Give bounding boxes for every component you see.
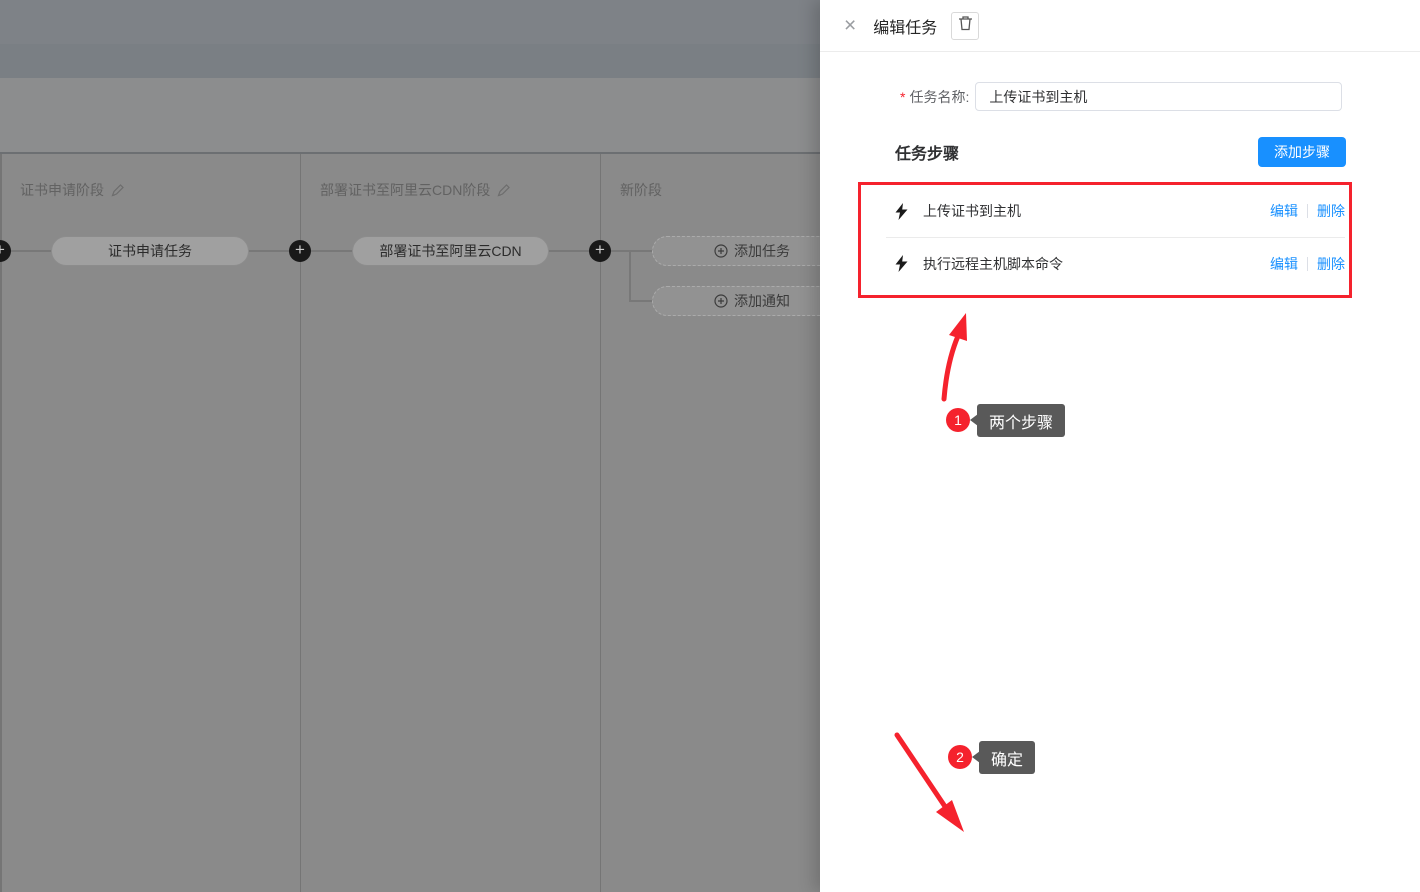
drawer-header: × 编辑任务 [820,0,1420,52]
delete-step-link[interactable]: 删除 [1317,201,1345,221]
edit-pencil-icon[interactable] [111,184,124,197]
task-node-deploy-cdn[interactable]: 部署证书至阿里云CDN [352,236,549,266]
step-actions: 编辑 删除 [1270,201,1345,221]
page-sub-navbar [0,44,820,78]
stage-label-1[interactable]: 证书申请阶段 [20,180,124,200]
steps-section-header: 任务步骤 添加步骤 [895,137,1346,167]
drawer-title: 编辑任务 [873,14,937,38]
connector [549,250,591,252]
step-row: 上传证书到主机 编辑 删除 [886,185,1345,237]
connector [311,250,352,252]
close-icon[interactable]: × [844,15,856,36]
stage-column-divider [300,154,301,892]
task-node-label: 证书申请任务 [108,241,192,261]
lightning-icon [895,255,908,272]
step-name: 上传证书到主机 [923,201,1021,221]
task-node-label: 部署证书至阿里云CDN [379,241,521,261]
stage-label-3[interactable]: 新阶段 [620,180,662,200]
task-name-input[interactable] [975,82,1342,111]
stage-name: 证书申请阶段 [20,180,104,200]
plus-circle-icon [714,244,728,258]
placeholder-label: 添加任务 [734,241,790,261]
stage-name: 部署证书至阿里云CDN阶段 [320,180,490,200]
action-divider [1307,257,1308,271]
plus-circle-icon [714,294,728,308]
required-mark: * [900,89,905,105]
edit-step-link[interactable]: 编辑 [1270,201,1298,221]
branch-connector [629,250,631,302]
edit-step-link[interactable]: 编辑 [1270,254,1298,274]
page-toolbar [0,78,820,152]
step-name: 执行远程主机脚本命令 [923,254,1063,274]
add-stage-button[interactable]: + [289,240,311,262]
add-step-button[interactable]: 添加步骤 [1258,137,1346,167]
add-stage-button[interactable]: + [589,240,611,262]
edit-task-drawer: × 编辑任务 * 任务名称: 任务步骤 添加步骤 上传证书到主机 [820,0,1420,892]
stage-label-2[interactable]: 部署证书至阿里云CDN阶段 [320,180,510,200]
connector [611,250,652,252]
delete-step-link[interactable]: 删除 [1317,254,1345,274]
step-row: 执行远程主机脚本命令 编辑 删除 [886,237,1345,289]
delete-task-button[interactable] [951,12,979,40]
steps-heading: 任务步骤 [895,140,959,164]
stage-name: 新阶段 [620,180,662,200]
steps-list: 上传证书到主机 编辑 删除 执行远程主机脚本命令 编辑 删除 [886,185,1345,289]
canvas-left-border [0,154,2,892]
task-name-row: * 任务名称: [900,82,1342,111]
page-top-navbar [0,0,820,44]
trash-icon [958,15,973,36]
app-window: 证书申请阶段 部署证书至阿里云CDN阶段 新阶段 + + + 证书申请任务 部署… [0,0,1420,892]
task-node-cert-apply[interactable]: 证书申请任务 [51,236,249,266]
stage-column-divider [600,154,601,892]
step-actions: 编辑 删除 [1270,254,1345,274]
edit-pencil-icon[interactable] [497,184,510,197]
task-name-label: 任务名称: [909,87,969,107]
connector [629,300,652,302]
placeholder-label: 添加通知 [734,291,790,311]
action-divider [1307,204,1308,218]
connector [249,250,291,252]
lightning-icon [895,203,908,220]
